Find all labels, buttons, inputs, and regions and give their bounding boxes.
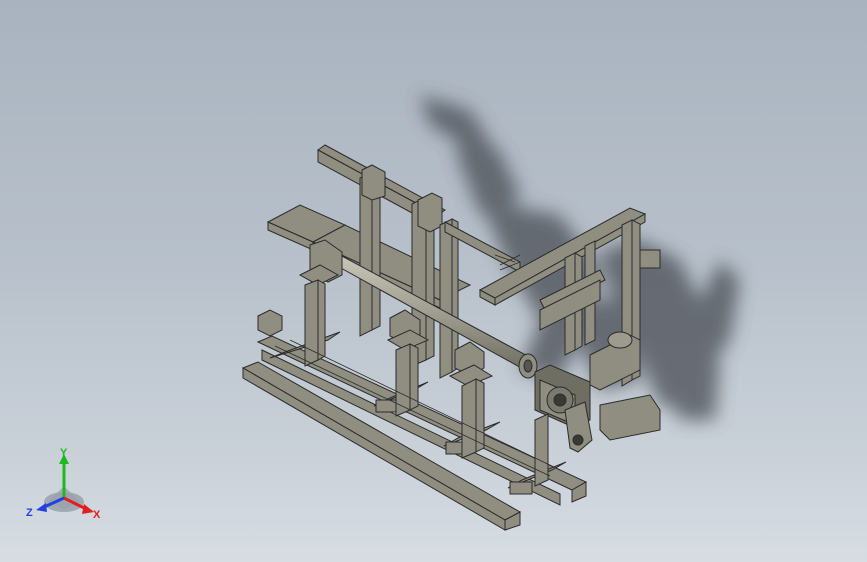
z-axis-label: Z: [26, 507, 33, 519]
z-axis-arrowhead: [36, 503, 47, 512]
coordinate-triad: Y X Z: [26, 447, 101, 521]
y-axis-label: Y: [60, 447, 68, 459]
x-axis-label: X: [93, 509, 101, 521]
cad-viewport[interactable]: Y X Z: [0, 0, 867, 562]
assembly-3d-model[interactable]: [0, 0, 867, 562]
